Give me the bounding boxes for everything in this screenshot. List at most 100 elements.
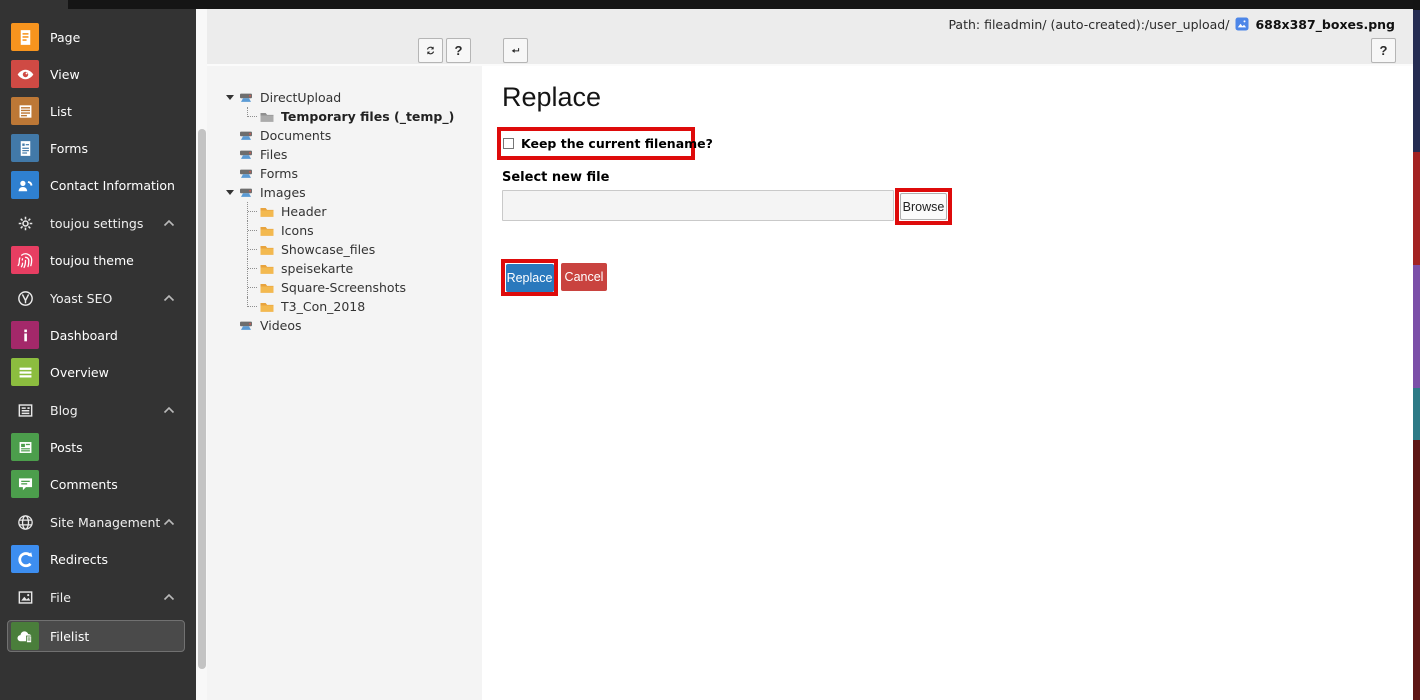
sidebar-item-filelist[interactable]: Filelist — [7, 620, 185, 652]
sidebar-item-label: View — [50, 67, 80, 82]
sidebar-item-list[interactable]: List — [0, 97, 196, 125]
keep-filename-checkbox[interactable] — [503, 138, 514, 149]
sidebar-scrollbar[interactable] — [196, 9, 207, 700]
sidebar-item-label: List — [50, 104, 72, 119]
tree-line — [247, 259, 259, 278]
tree-item-label: Temporary files (_temp_) — [281, 109, 454, 124]
folder-icon — [259, 223, 275, 239]
tree-item-speisekarte[interactable]: speisekarte — [207, 259, 482, 278]
refresh-button[interactable] — [418, 38, 443, 63]
chevron-up-icon[interactable] — [163, 294, 175, 302]
sidebar-item-page[interactable]: Page — [0, 23, 196, 51]
annotation-box-browse: Browse — [895, 188, 952, 225]
caret-down-icon[interactable] — [226, 88, 238, 107]
tree-line — [247, 297, 259, 307]
help-label: ? — [455, 43, 463, 58]
caret-slot — [226, 126, 238, 145]
tree-item-documents[interactable]: Documents — [207, 126, 482, 145]
tree-item-icons[interactable]: Icons — [207, 221, 482, 240]
tree-item-header[interactable]: Header — [207, 202, 482, 221]
sidebar-scrollbar-thumb[interactable] — [198, 129, 206, 669]
tree-item-files[interactable]: Files — [207, 145, 482, 164]
chevron-up-icon[interactable] — [163, 406, 175, 414]
fingerprint-icon — [11, 246, 39, 274]
sidebar-item-label: Filelist — [50, 629, 89, 644]
help-button[interactable]: ? — [446, 38, 471, 63]
comment-icon — [11, 470, 39, 498]
chevron-up-icon[interactable] — [163, 518, 175, 526]
doc-header: ? ? Path: fileadmin/ (auto-created):/use… — [207, 9, 1413, 66]
sidebar-item-blog[interactable]: Blog — [0, 396, 196, 424]
annotation-box-replace: Replace — [501, 259, 558, 296]
page-title: Replace — [502, 82, 601, 113]
sidebar-item-label: Forms — [50, 141, 88, 156]
tree-item-images[interactable]: Images — [207, 183, 482, 202]
folder-icon — [259, 242, 275, 258]
tree-item-t3-con-2018[interactable]: T3_Con_2018 — [207, 297, 482, 316]
tree-item-label: Showcase_files — [281, 242, 375, 257]
storage-mount-icon — [238, 185, 254, 201]
sidebar-item-contact-information[interactable]: Contact Information — [0, 171, 196, 199]
sidebar-item-posts[interactable]: Posts — [0, 433, 196, 461]
tree-line — [247, 278, 259, 297]
keep-filename-label: Keep the current filename? — [521, 136, 713, 151]
help-button-right[interactable]: ? — [1371, 38, 1396, 63]
chevron-up-icon[interactable] — [163, 219, 175, 227]
tree-line — [247, 221, 259, 240]
form-icon — [11, 134, 39, 162]
sidebar-item-label: File — [50, 590, 71, 605]
tree-item-label: Images — [260, 185, 306, 200]
sidebar-item-yoast-seo[interactable]: Yoast SEO — [0, 284, 196, 312]
globe-icon — [15, 512, 35, 532]
edge-strip-segment — [1413, 152, 1420, 265]
folder-icon — [259, 261, 275, 277]
module-menu: Page View List Forms Contact Information touj… — [0, 0, 196, 700]
select-new-file-label: Select new file — [502, 170, 609, 185]
sidebar-item-comments[interactable]: Comments — [0, 470, 196, 498]
tree-item-forms[interactable]: Forms — [207, 164, 482, 183]
tree-item-label: Files — [260, 147, 287, 162]
sidebar-item-view[interactable]: View — [0, 60, 196, 88]
tree-item-temporary-files-temp[interactable]: Temporary files (_temp_) — [207, 107, 482, 126]
sidebar-item-file[interactable]: File — [0, 583, 196, 611]
cancel-button[interactable]: Cancel — [561, 263, 607, 291]
sidebar-item-label: Dashboard — [50, 328, 118, 343]
sidebar-item-toujou-theme[interactable]: toujou theme — [0, 246, 196, 274]
sidebar-item-forms[interactable]: Forms — [0, 134, 196, 162]
sidebar-item-label: toujou settings — [50, 216, 143, 231]
tree-item-label: Icons — [281, 223, 314, 238]
edge-strip-segment — [1413, 0, 1420, 10]
tree-item-videos[interactable]: Videos — [207, 316, 482, 335]
close-return-button[interactable] — [503, 38, 528, 63]
tree-item-showcase-files[interactable]: Showcase_files — [207, 240, 482, 259]
chevron-up-icon[interactable] — [163, 593, 175, 601]
sidebar-item-label: Overview — [50, 365, 109, 380]
typo3-backend-window: Page View List Forms Contact Information touj… — [0, 0, 1420, 700]
replace-button[interactable]: Replace — [506, 264, 554, 292]
browse-button[interactable]: Browse — [900, 193, 947, 220]
sidebar-item-overview[interactable]: Overview — [0, 358, 196, 386]
tree-item-label: DirectUpload — [260, 90, 341, 105]
sidebar-item-redirects[interactable]: Redirects — [0, 545, 196, 573]
page-icon — [11, 23, 39, 51]
gear-icon — [15, 213, 35, 233]
caret-slot — [226, 316, 238, 335]
image-file-icon — [1234, 16, 1250, 32]
edge-strip-segment — [1413, 10, 1420, 152]
storage-mount-icon — [238, 128, 254, 144]
new-file-input[interactable] — [502, 190, 894, 221]
tree-item-directupload[interactable]: DirectUpload — [207, 88, 482, 107]
sidebar-item-label: Posts — [50, 440, 83, 455]
top-bar — [68, 0, 1420, 9]
edge-strip-segment — [1413, 440, 1420, 700]
sidebar-item-toujou-settings[interactable]: toujou settings — [0, 209, 196, 237]
tree-item-label: speisekarte — [281, 261, 353, 276]
caret-down-icon[interactable] — [226, 183, 238, 202]
sidebar-item-site-management[interactable]: Site Management — [0, 508, 196, 536]
tree-item-square-screenshots[interactable]: Square-Screenshots — [207, 278, 482, 297]
folder-icon — [259, 204, 275, 220]
storage-mount-icon — [238, 147, 254, 163]
storage-mount-icon — [238, 166, 254, 182]
sidebar-item-dashboard[interactable]: Dashboard — [0, 321, 196, 349]
sidebar-item-label: Site Management — [50, 515, 160, 530]
